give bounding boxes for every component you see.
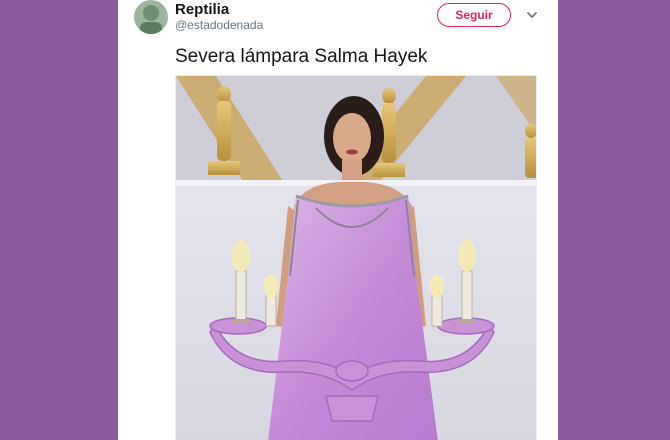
avatar[interactable] — [134, 0, 168, 34]
tweet-text: Severa lámpara Salma Hayek — [175, 46, 428, 67]
chevron-down-icon[interactable] — [525, 8, 539, 22]
author-name[interactable]: Reptilia — [175, 1, 229, 18]
tweet-card: Reptilia @estadodenada Seguir Severa lám… — [118, 0, 558, 440]
tweet-photo[interactable] — [175, 75, 537, 440]
follow-button[interactable]: Seguir — [437, 3, 511, 27]
author-handle[interactable]: @estadodenada — [175, 18, 263, 32]
